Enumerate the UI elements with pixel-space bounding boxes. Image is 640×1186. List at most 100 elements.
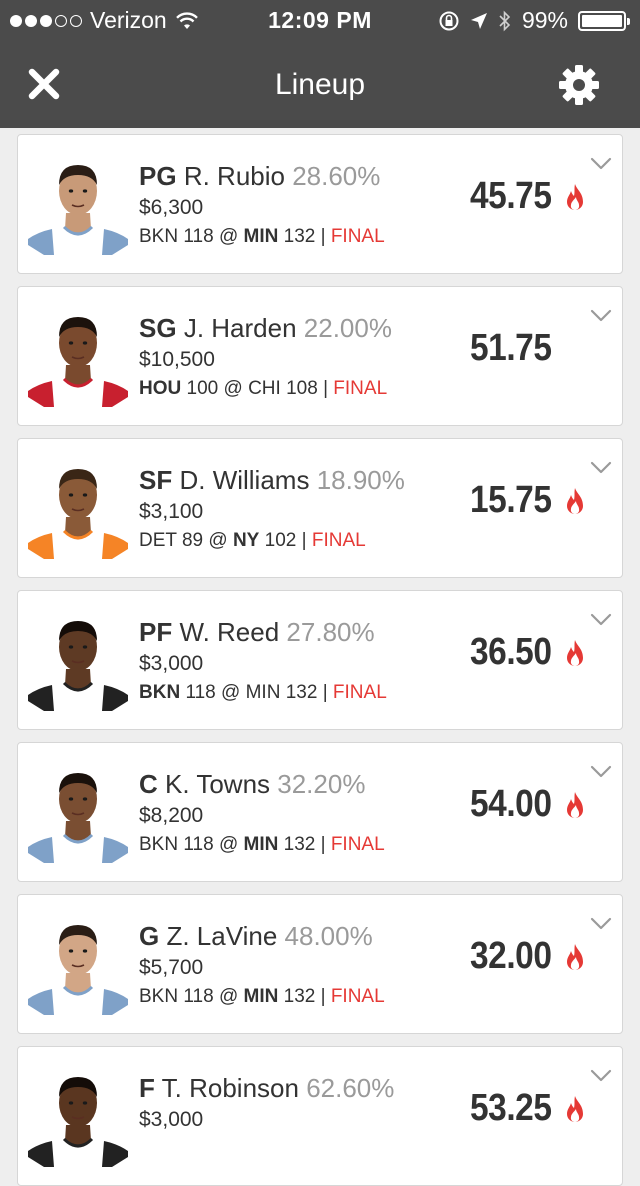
ownership-percent: 62.60% [306,1073,395,1103]
home-score: 132 [283,226,316,247]
away-score: 100 [186,378,219,399]
player-info: F T. Robinson 62.60% $3,000 [139,1073,459,1138]
bluetooth-icon [499,10,511,31]
game-info: DET 89 @ NY 102 | FINAL [139,530,459,552]
fantasy-points: 36.50 [470,631,552,673]
player-avatar [28,763,128,863]
separator: | [323,378,329,399]
game-status: FINAL [330,986,385,1007]
player-card-sg[interactable]: SG J. Harden 22.00% $10,500 HOU 100 @ CH… [17,286,623,426]
player-name: Z. LaVine [166,921,278,951]
ownership-percent: 48.00% [284,921,373,951]
away-score: 89 [181,530,204,551]
away-team: DET [139,530,177,551]
ownership-percent: 32.20% [277,769,366,799]
player-position: F [139,1073,155,1103]
fantasy-points: 32.00 [470,935,552,977]
page-title: Lineup [274,68,366,101]
game-info: BKN 118 @ MIN 132 | FINAL [139,834,459,856]
player-salary: $10,500 [139,348,215,371]
home-score: 108 [286,378,318,399]
at-sign: @ [218,986,239,1007]
player-info: G Z. LaVine 48.00% $5,700 BKN 118 @ MIN … [139,921,459,1008]
game-status: FINAL [332,682,387,703]
chevron-down-icon[interactable] [590,461,612,475]
home-score: 132 [283,986,316,1007]
player-card-pg[interactable]: PG R. Rubio 28.60% $6,300 BKN 118 @ MIN … [17,134,623,274]
away-team: BKN [139,226,179,247]
player-avatar [28,155,128,255]
player-avatar [28,915,128,1015]
battery-percent: 99% [521,7,568,33]
home-score: 132 [283,834,316,855]
fire-icon [567,944,583,971]
player-salary: $3,000 [139,1108,204,1131]
home-team: NY [232,530,260,551]
home-team: MIN [243,834,279,855]
player-card-sf[interactable]: SF D. Williams 18.90% $3,100 DET 89 @ NY… [17,438,623,578]
chevron-down-icon[interactable] [590,157,612,171]
game-info: BKN 118 @ MIN 132 | FINAL [139,682,459,704]
player-card-pf[interactable]: PF W. Reed 27.80% $3,000 BKN 118 @ MIN 1… [17,590,623,730]
battery-icon [578,10,630,31]
player-title: C K. Towns 32.20% [139,769,459,800]
ownership-percent: 18.90% [316,465,405,495]
player-position: G [139,921,160,951]
player-avatar [28,307,128,407]
chevron-down-icon[interactable] [590,613,612,627]
game-status: FINAL [330,834,385,855]
home-score: 132 [285,682,318,703]
player-name: R. Rubio [183,161,285,191]
nav-bar: Lineup [0,40,640,128]
chevron-down-icon[interactable] [590,917,612,931]
status-right: 99% [438,7,630,34]
player-position: C [139,769,158,799]
player-position: PG [139,161,177,191]
player-avatar [28,459,128,559]
player-position: PF [139,617,173,647]
location-arrow-icon [470,12,487,29]
chevron-down-icon[interactable] [590,1069,612,1083]
player-title: PG R. Rubio 28.60% [139,161,459,192]
player-salary: $3,100 [139,500,204,523]
separator: | [320,834,326,855]
away-team: BKN [139,682,181,703]
player-avatar [28,611,128,711]
player-card-g[interactable]: G Z. LaVine 48.00% $5,700 BKN 118 @ MIN … [17,894,623,1034]
player-info: PG R. Rubio 28.60% $6,300 BKN 118 @ MIN … [139,161,459,248]
fantasy-points: 53.25 [470,1087,552,1129]
player-card-c[interactable]: C K. Towns 32.20% $8,200 BKN 118 @ MIN 1… [17,742,623,882]
ownership-percent: 22.00% [303,313,392,343]
gear-icon[interactable] [558,64,600,106]
home-team: MIN [245,682,281,703]
player-info: SG J. Harden 22.00% $10,500 HOU 100 @ CH… [139,313,459,400]
game-status: FINAL [333,378,388,399]
player-card-f[interactable]: F T. Robinson 62.60% $3,000 53.25 [17,1046,623,1186]
at-sign: @ [218,834,239,855]
player-position: SF [139,465,173,495]
player-info: C K. Towns 32.20% $8,200 BKN 118 @ MIN 1… [139,769,459,856]
away-team: BKN [139,834,179,855]
separator: | [301,530,307,551]
fire-icon [567,488,583,515]
player-info: SF D. Williams 18.90% $3,100 DET 89 @ NY… [139,465,459,552]
player-salary: $5,700 [139,956,204,979]
separator: | [320,226,326,247]
separator: | [320,986,326,1007]
fire-icon [567,1096,583,1123]
home-score: 102 [264,530,297,551]
chevron-down-icon[interactable] [590,765,612,779]
game-info: BKN 118 @ MIN 132 | FINAL [139,226,459,248]
player-title: SF D. Williams 18.90% [139,465,459,496]
chevron-down-icon[interactable] [590,309,612,323]
player-title: F T. Robinson 62.60% [139,1073,459,1104]
away-score: 118 [183,834,214,855]
away-score: 118 [183,986,214,1007]
home-team: CHI [248,378,281,399]
ownership-percent: 27.80% [286,617,375,647]
status-bar: Verizon 12:09 PM 99% [0,0,640,40]
player-name: J. Harden [183,313,297,343]
game-info: HOU 100 @ CHI 108 | FINAL [139,378,459,400]
fire-icon [567,792,583,819]
away-team: BKN [139,986,179,1007]
